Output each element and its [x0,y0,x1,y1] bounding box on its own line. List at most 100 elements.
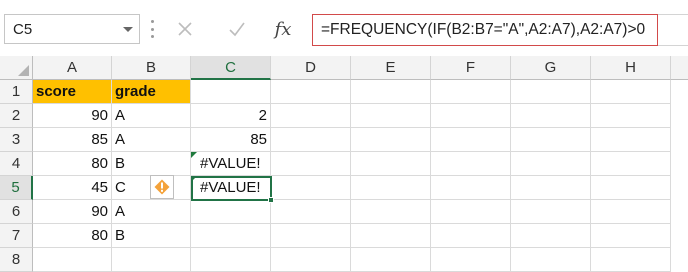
column-header-a[interactable]: A [33,56,112,80]
column-header-b[interactable]: B [112,56,191,80]
formula-bar-expand [658,14,688,46]
select-all-icon [18,65,29,76]
cell-f5[interactable] [431,176,511,200]
cell-f4[interactable] [431,152,511,176]
cell-c5-value: #VALUE! [200,179,261,196]
name-box-value: C5 [13,21,33,38]
cell-c4-value: #VALUE! [200,155,261,172]
chevron-down-icon[interactable] [123,27,133,32]
cell-g3[interactable] [511,128,591,152]
cell-h6[interactable] [591,200,671,224]
formula-bar-area: C5 fx =FREQUENCY(IF(B2:B7="A",A2:A7),A2:… [0,0,688,64]
column-header-d[interactable]: D [271,56,351,80]
row-header-1[interactable]: 1 [0,80,33,104]
cell-a5[interactable]: 45 [33,176,112,200]
cell-a7[interactable]: 80 [33,224,112,248]
cell-h3[interactable] [591,128,671,152]
column-header-c[interactable]: C [191,56,271,80]
enter-button[interactable] [222,14,252,44]
cell-e2[interactable] [351,104,431,128]
name-box[interactable]: C5 [4,14,140,44]
formula-input[interactable]: =FREQUENCY(IF(B2:B7="A",A2:A7),A2:A7)>0 [312,14,658,46]
cell-h5[interactable] [591,176,671,200]
cell-e5[interactable] [351,176,431,200]
column-header-f[interactable]: F [431,56,511,80]
cell-b6[interactable]: A [112,200,191,224]
insert-function-button[interactable]: fx [268,14,298,44]
cell-c3[interactable]: 85 [191,128,271,152]
cell-h7[interactable] [591,224,671,248]
row-header-7[interactable]: 7 [0,224,33,248]
cell-c8[interactable] [191,248,271,272]
cell-f1[interactable] [431,80,511,104]
cell-f3[interactable] [431,128,511,152]
fill-handle[interactable] [268,197,274,203]
cell-f2[interactable] [431,104,511,128]
cell-g1[interactable] [511,80,591,104]
row-header-6[interactable]: 6 [0,200,33,224]
cell-d3[interactable] [271,128,351,152]
cell-f6[interactable] [431,200,511,224]
row-header-2[interactable]: 2 [0,104,33,128]
cell-a4[interactable]: 80 [33,152,112,176]
cell-e4[interactable] [351,152,431,176]
cell-d2[interactable] [271,104,351,128]
cell-e1[interactable] [351,80,431,104]
cell-b8[interactable] [112,248,191,272]
column-header-g[interactable]: G [511,56,591,80]
row-header-4[interactable]: 4 [0,152,33,176]
column-header-e[interactable]: E [351,56,431,80]
cell-a8[interactable] [33,248,112,272]
cell-b2[interactable]: A [112,104,191,128]
cell-h4[interactable] [591,152,671,176]
error-indicator-triangle [191,152,197,158]
cell-c2[interactable]: 2 [191,104,271,128]
cell-c4[interactable]: #VALUE! [191,152,271,176]
check-icon [229,22,245,37]
cell-g6[interactable] [511,200,591,224]
cell-g4[interactable] [511,152,591,176]
cell-d1[interactable] [271,80,351,104]
row-header-3[interactable]: 3 [0,128,33,152]
cell-f7[interactable] [431,224,511,248]
cell-b3[interactable]: A [112,128,191,152]
cell-c5[interactable]: #VALUE! [191,176,271,200]
column-header-i[interactable] [671,56,688,80]
cell-g5[interactable] [511,176,591,200]
cell-g7[interactable] [511,224,591,248]
cell-c7[interactable] [191,224,271,248]
cell-d7[interactable] [271,224,351,248]
cell-e6[interactable] [351,200,431,224]
cell-d5[interactable] [271,176,351,200]
cell-h2[interactable] [591,104,671,128]
row-header-5[interactable]: 5 [0,176,33,200]
cell-h8[interactable] [591,248,671,272]
cell-d8[interactable] [271,248,351,272]
cell-c6[interactable] [191,200,271,224]
cell-b7[interactable]: B [112,224,191,248]
cell-d4[interactable] [271,152,351,176]
formula-bar-resize-handle[interactable] [150,20,154,38]
row-header-8[interactable]: 8 [0,248,33,272]
cell-e3[interactable] [351,128,431,152]
cell-g2[interactable] [511,104,591,128]
cell-c1[interactable] [191,80,271,104]
cell-g8[interactable] [511,248,591,272]
cell-b1[interactable]: grade [112,80,191,104]
select-all-button[interactable] [0,56,33,80]
cell-b4[interactable]: B [112,152,191,176]
cell-f8[interactable] [431,248,511,272]
worksheet-grid: A B C D E F G H 1 2 3 4 5 6 7 8 score gr… [0,56,688,272]
cell-a6[interactable]: 90 [33,200,112,224]
cell-h1[interactable] [591,80,671,104]
cell-a2[interactable]: 90 [33,104,112,128]
cell-a1[interactable]: score [33,80,112,104]
cell-e8[interactable] [351,248,431,272]
column-header-h[interactable]: H [591,56,671,80]
cell-a3[interactable]: 85 [33,128,112,152]
error-checking-button[interactable] [150,175,174,199]
cancel-button[interactable] [170,14,200,44]
cell-e7[interactable] [351,224,431,248]
close-icon [178,22,192,36]
cell-d6[interactable] [271,200,351,224]
